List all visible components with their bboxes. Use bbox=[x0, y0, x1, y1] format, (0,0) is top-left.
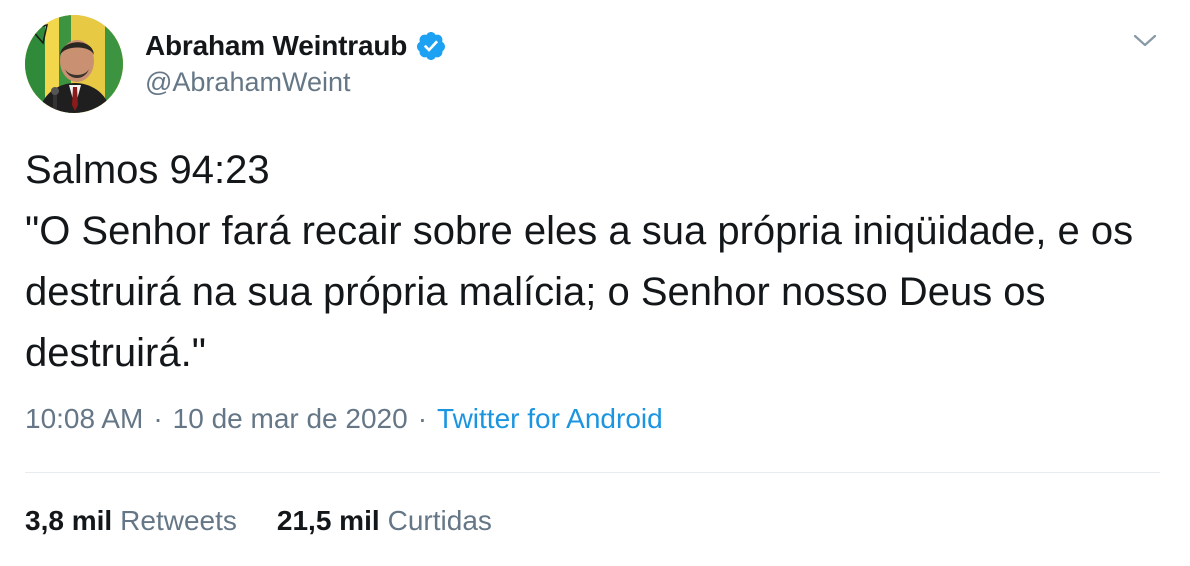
retweets-stat[interactable]: 3,8 mil Retweets bbox=[25, 505, 237, 537]
author-display-name[interactable]: Abraham Weintraub bbox=[145, 30, 407, 62]
author-name-row: Abraham Weintraub bbox=[145, 28, 447, 64]
divider bbox=[25, 472, 1160, 473]
meta-separator: · bbox=[417, 403, 428, 434]
likes-stat[interactable]: 21,5 mil Curtidas bbox=[277, 505, 492, 537]
tweet-stats: 3,8 mil Retweets 21,5 mil Curtidas bbox=[25, 505, 492, 537]
tweet-text: Salmos 94:23 "O Senhor fará recair sobre… bbox=[25, 148, 1134, 375]
avatar-image bbox=[25, 15, 123, 113]
tweet-time[interactable]: 10:08 AM bbox=[25, 403, 143, 435]
likes-label: Curtidas bbox=[387, 505, 492, 536]
meta-separator: · bbox=[153, 403, 163, 434]
likes-count: 21,5 mil bbox=[276, 505, 380, 536]
tweet-source-link[interactable]: Twitter for Android bbox=[437, 403, 663, 435]
avatar[interactable] bbox=[25, 15, 123, 113]
tweet-date[interactable]: 10 de mar de 2020 bbox=[173, 403, 408, 435]
retweets-label: Retweets bbox=[120, 505, 237, 536]
author-handle[interactable]: @AbrahamWeint bbox=[145, 67, 351, 98]
tweet-card: Abraham Weintraub @AbrahamWeint Salmos 9… bbox=[0, 0, 1190, 566]
verified-badge-icon bbox=[415, 30, 447, 62]
chevron-down-icon[interactable] bbox=[1130, 28, 1160, 52]
tweet-meta: 10:08 AM · 10 de mar de 2020 · Twitter f… bbox=[25, 403, 663, 435]
retweets-count: 3,8 mil bbox=[25, 505, 113, 536]
